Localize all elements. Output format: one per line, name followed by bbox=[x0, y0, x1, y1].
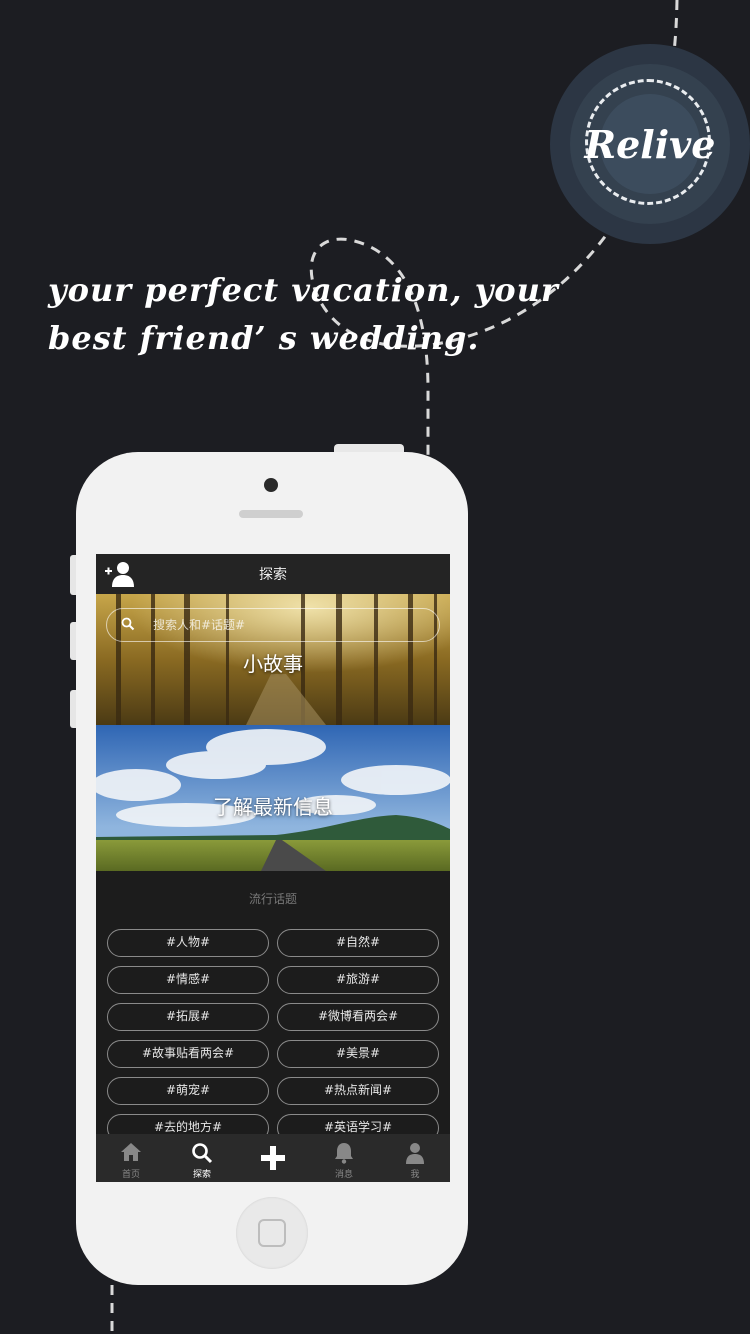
topic-tag[interactable]: #人物# bbox=[107, 929, 269, 957]
banner-label-latest-info: 了解最新信息 bbox=[213, 795, 333, 819]
topic-tag[interactable]: #热点新闻# bbox=[277, 1077, 439, 1105]
app-screen: 探索 搜索人和#话题# 小故事 了解最新信息 流行话题 #人物# #自然# #情… bbox=[96, 554, 450, 1182]
tab-messages[interactable]: 消息 bbox=[309, 1134, 379, 1182]
topic-tag[interactable]: #拓展# bbox=[107, 1003, 269, 1031]
user-icon bbox=[406, 1143, 424, 1164]
topic-tag[interactable]: #自然# bbox=[277, 929, 439, 957]
tagline: your perfect vacation, your best friend’… bbox=[48, 266, 559, 362]
tab-me[interactable]: 我 bbox=[380, 1134, 450, 1182]
tab-create[interactable] bbox=[238, 1134, 308, 1182]
app-header: 探索 bbox=[96, 554, 450, 594]
tab-label: 首页 bbox=[121, 1170, 140, 1180]
topic-tag[interactable]: #美景# bbox=[277, 1040, 439, 1068]
logo-text: Relive bbox=[584, 122, 716, 167]
banner-stories[interactable]: 搜索人和#话题# 小故事 bbox=[96, 594, 450, 725]
search-icon bbox=[121, 617, 135, 631]
page-title: 探索 bbox=[259, 567, 287, 583]
search-icon bbox=[192, 1143, 213, 1164]
topic-tag[interactable]: #萌宠# bbox=[107, 1077, 269, 1105]
topic-tag[interactable]: #情感# bbox=[107, 966, 269, 994]
trending-topics-title: 流行话题 bbox=[248, 892, 297, 906]
topic-tag[interactable]: #故事贴看两会# bbox=[107, 1040, 269, 1068]
relive-logo: Relive bbox=[550, 44, 750, 244]
tab-label: 探索 bbox=[192, 1170, 211, 1180]
plus-icon bbox=[261, 1146, 285, 1170]
phone-speaker bbox=[239, 510, 303, 518]
home-icon bbox=[121, 1143, 141, 1161]
banner-latest-info[interactable]: 了解最新信息 bbox=[96, 725, 450, 871]
bell-icon bbox=[335, 1143, 353, 1164]
phone-home-button bbox=[236, 1197, 308, 1269]
tab-bar: 首页 探索 消息 我 bbox=[96, 1134, 450, 1182]
tagline-line1: your perfect vacation, your bbox=[48, 271, 559, 309]
tab-label: 消息 bbox=[334, 1170, 353, 1180]
tab-label: 我 bbox=[410, 1170, 420, 1180]
phone-camera bbox=[264, 478, 278, 492]
tab-home[interactable]: 首页 bbox=[96, 1134, 166, 1182]
tagline-line2: best friend’ s wedding. bbox=[48, 319, 480, 357]
banner-label-stories: 小故事 bbox=[243, 652, 303, 676]
topic-tag[interactable]: #微博看两会# bbox=[277, 1003, 439, 1031]
topic-tag[interactable]: #旅游# bbox=[277, 966, 439, 994]
search-input[interactable]: 搜索人和#话题# bbox=[106, 608, 440, 642]
tab-explore[interactable]: 探索 bbox=[167, 1134, 237, 1182]
search-placeholder: 搜索人和#话题# bbox=[153, 618, 246, 632]
